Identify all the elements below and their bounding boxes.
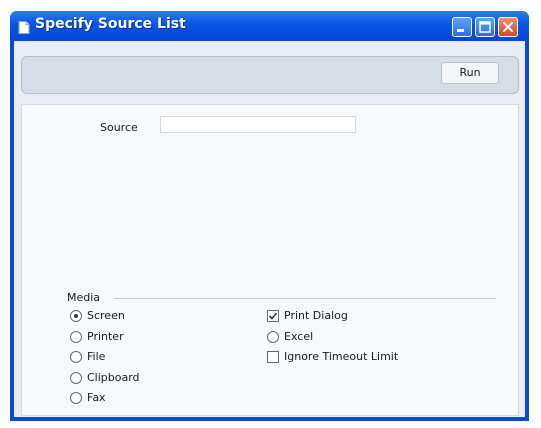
radio-button[interactable] bbox=[267, 331, 279, 343]
print-dialog-checkbox[interactable] bbox=[267, 310, 279, 322]
minimize-button[interactable] bbox=[452, 17, 472, 37]
close-button[interactable] bbox=[498, 17, 518, 37]
radio-selected-dot bbox=[74, 314, 78, 318]
media-option-label: Screen bbox=[87, 309, 125, 322]
maximize-icon bbox=[479, 21, 491, 33]
media-option-label: Excel bbox=[284, 330, 314, 343]
ignore-timeout-checkbox[interactable] bbox=[267, 351, 279, 363]
minimize-icon bbox=[457, 29, 464, 32]
media-option-label: File bbox=[87, 350, 106, 363]
radio-button[interactable] bbox=[70, 372, 82, 384]
media-divider bbox=[114, 298, 496, 299]
document-icon bbox=[18, 19, 30, 34]
media-option-label: Fax bbox=[87, 391, 106, 404]
radio-button[interactable] bbox=[70, 392, 82, 404]
media-option-label: Printer bbox=[87, 330, 124, 343]
run-button[interactable]: Run bbox=[441, 62, 499, 84]
source-label: Source bbox=[100, 121, 138, 134]
media-section-label: Media bbox=[67, 291, 101, 304]
ignore-timeout-label: Ignore Timeout Limit bbox=[284, 350, 399, 363]
window-client-area: Run Source Media Screen Printer File Cli… bbox=[14, 41, 525, 417]
window-title: Specify Source List bbox=[35, 16, 186, 32]
checkmark-icon bbox=[268, 312, 278, 320]
maximize-button[interactable] bbox=[475, 17, 495, 37]
close-icon bbox=[503, 22, 513, 32]
radio-button[interactable] bbox=[70, 351, 82, 363]
toolbar: Run bbox=[21, 56, 519, 94]
media-option-label: Clipboard bbox=[87, 371, 140, 384]
radio-button[interactable] bbox=[70, 310, 82, 322]
radio-button[interactable] bbox=[70, 331, 82, 343]
source-input[interactable] bbox=[160, 116, 356, 133]
form-panel bbox=[21, 104, 519, 416]
dialog-window: Specify Source List Run Source Media Scr… bbox=[10, 11, 529, 421]
title-bar[interactable]: Specify Source List bbox=[10, 11, 529, 41]
print-dialog-label: Print Dialog bbox=[284, 309, 348, 322]
